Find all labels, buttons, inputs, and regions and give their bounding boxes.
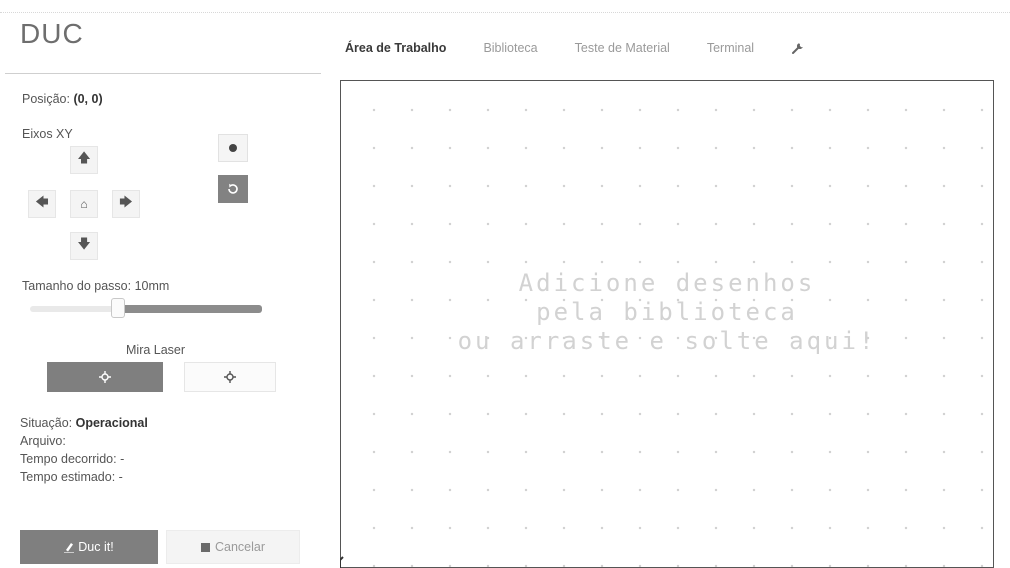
app-logo: DUC <box>20 18 84 49</box>
step-slider-fill <box>118 305 262 313</box>
estimated-label: Tempo estimado: <box>20 470 116 484</box>
stop-icon <box>200 542 210 552</box>
drop-hint-line-3: ou arraste e solte aqui! <box>457 327 877 355</box>
drop-hint: Adicione desenhos pela biblioteca ou arr… <box>341 269 993 356</box>
arrow-left-icon: 🡄 <box>35 194 49 209</box>
file-readout: Arquivo: <box>20 434 66 448</box>
file-label: Arquivo: <box>20 434 66 448</box>
wrench-icon[interactable] <box>791 41 805 55</box>
arrow-down-icon: 🡇 <box>77 236 91 251</box>
crosshair-icon <box>224 371 236 383</box>
cancel-label: Cancelar <box>214 540 266 554</box>
laser-label: Mira Laser <box>126 343 186 357</box>
position-label: Posição: <box>22 92 70 106</box>
circle-icon <box>229 144 237 152</box>
status-label: Situação: <box>20 416 73 430</box>
home-icon: ⌂ <box>80 197 88 211</box>
reset-icon <box>228 183 238 194</box>
reset-button[interactable] <box>218 175 248 203</box>
crosshair-icon <box>99 371 111 383</box>
dot-button[interactable] <box>218 134 248 162</box>
status-readout: Situação: Operacional <box>20 416 148 430</box>
position-value: (0, 0) <box>73 92 103 106</box>
step-slider-handle[interactable] <box>111 298 126 318</box>
main-nav: Área de Trabalho Biblioteca Teste de Mat… <box>345 38 805 58</box>
tab-biblioteca[interactable]: Biblioteca <box>483 41 537 55</box>
estimated-value: - <box>118 470 123 484</box>
drop-hint-line-1: Adicione desenhos <box>518 269 816 297</box>
sidebar-divider <box>5 73 321 74</box>
jog-home-button[interactable]: ⌂ <box>70 190 98 218</box>
axes-label: Eixos XY <box>22 127 73 141</box>
step-size-label: Tamanho do passo: <box>22 279 132 293</box>
tab-terminal[interactable]: Terminal <box>707 41 754 55</box>
workspace-canvas[interactable]: Adicione desenhos pela biblioteca ou arr… <box>340 80 994 568</box>
duc-it-label: Duc it! <box>78 540 114 554</box>
laser-on-button[interactable] <box>47 362 163 392</box>
step-size-readout: Tamanho do passo: 10mm <box>22 279 169 293</box>
drop-hint-line-2: pela biblioteca <box>536 298 798 326</box>
tab-area-de-trabalho[interactable]: Área de Trabalho <box>345 41 446 55</box>
corner-marker-icon <box>340 556 344 568</box>
top-border <box>0 12 1010 13</box>
pencil-icon <box>64 543 75 553</box>
jog-right-button[interactable]: 🡆 <box>112 190 140 218</box>
cancel-button[interactable]: Cancelar <box>166 530 300 564</box>
estimated-readout: Tempo estimado: - <box>20 470 123 484</box>
jog-left-button[interactable]: 🡄 <box>28 190 56 218</box>
step-size-value: 10mm <box>134 279 170 293</box>
elapsed-label: Tempo decorrido: <box>20 452 117 466</box>
jog-down-button[interactable]: 🡇 <box>70 232 98 260</box>
laser-off-button[interactable] <box>184 362 276 392</box>
jog-up-button[interactable]: 🡅 <box>70 146 98 174</box>
arrow-right-icon: 🡆 <box>119 194 133 209</box>
arrow-up-icon: 🡅 <box>77 150 91 165</box>
status-value: Operacional <box>75 416 148 430</box>
duc-it-button[interactable]: Duc it! <box>20 530 158 564</box>
elapsed-value: - <box>120 452 125 466</box>
elapsed-readout: Tempo decorrido: - <box>20 452 124 466</box>
tab-teste-de-material[interactable]: Teste de Material <box>575 41 670 55</box>
position-readout: Posição: (0, 0) <box>22 92 103 106</box>
